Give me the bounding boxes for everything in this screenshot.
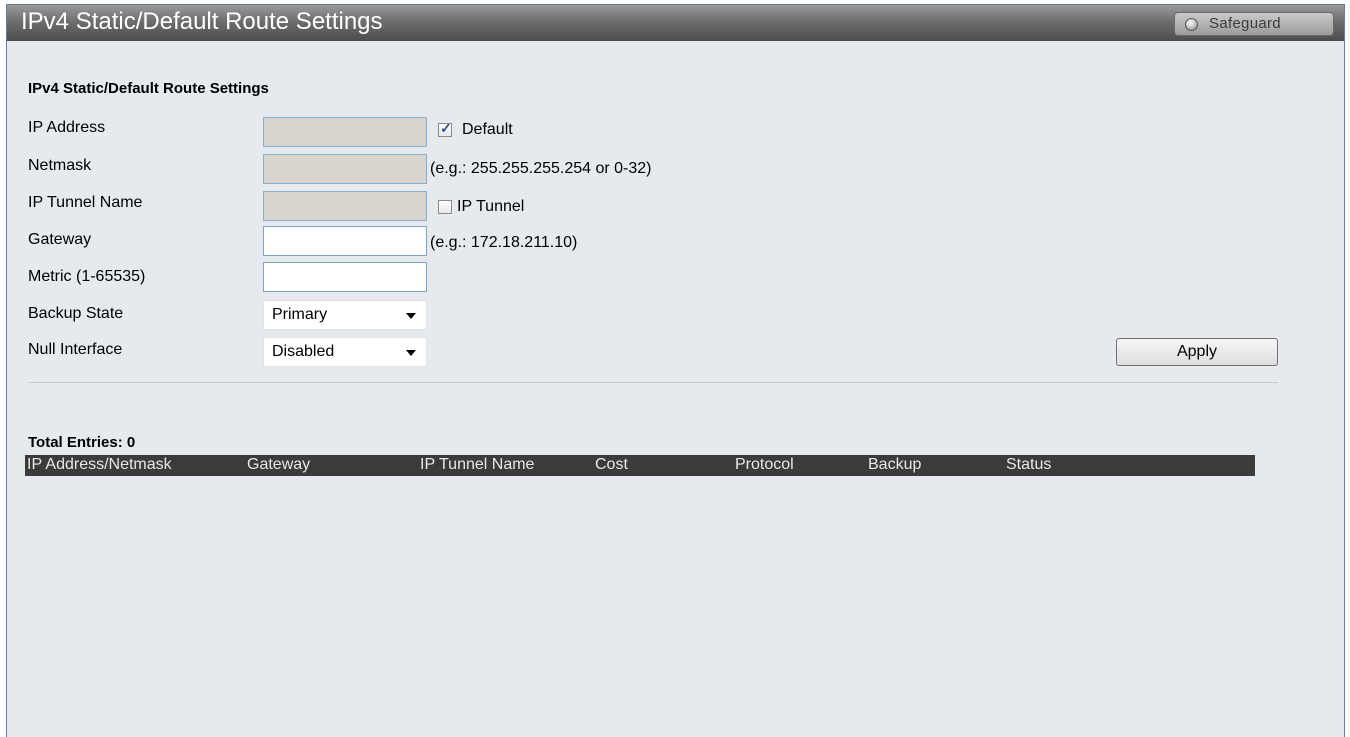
default-checkbox-label: Default — [462, 121, 513, 138]
col-gateway: Gateway — [247, 456, 311, 473]
gateway-label: Gateway — [28, 231, 92, 248]
table-header: IP Address/Netmask Gateway IP Tunnel Nam… — [25, 455, 1255, 476]
content-frame: IPv4 Static/Default Route Settings Safeg… — [6, 4, 1345, 737]
netmask-hint: (e.g.: 255.255.255.254 or 0-32) — [430, 160, 652, 177]
default-checkbox[interactable]: ✓ — [438, 120, 452, 137]
null-interface-select[interactable]: Disabled — [263, 337, 427, 367]
ip-tunnel-name-input[interactable] — [263, 191, 427, 221]
gateway-hint: (e.g.: 172.18.211.10) — [430, 234, 578, 251]
col-backup: Backup — [868, 456, 922, 473]
section-title: IPv4 Static/Default Route Settings — [28, 80, 269, 97]
apply-button[interactable]: Apply — [1116, 338, 1278, 366]
check-icon: ✓ — [440, 120, 452, 136]
safeguard-label: Safeguard — [1209, 15, 1281, 32]
col-protocol: Protocol — [735, 456, 794, 473]
chevron-down-icon — [406, 313, 416, 319]
col-ip-tunnel-name: IP Tunnel Name — [420, 456, 535, 473]
netmask-input[interactable] — [263, 154, 427, 184]
metric-label: Metric (1-65535) — [28, 268, 146, 285]
null-interface-value: Disabled — [272, 343, 335, 360]
page-title: IPv4 Static/Default Route Settings — [21, 8, 383, 35]
col-ip-address-netmask: IP Address/Netmask — [27, 456, 172, 473]
col-cost: Cost — [595, 456, 628, 473]
total-entries: Total Entries: 0 — [28, 434, 136, 451]
backup-state-label: Backup State — [28, 305, 124, 322]
safeguard-button[interactable]: Safeguard — [1174, 12, 1334, 36]
ip-address-label: IP Address — [28, 119, 106, 136]
gateway-input[interactable] — [263, 226, 427, 256]
backup-state-select[interactable]: Primary — [263, 300, 427, 330]
metric-input[interactable] — [263, 262, 427, 292]
chevron-down-icon — [406, 350, 416, 356]
backup-state-value: Primary — [272, 306, 328, 323]
ip-address-input[interactable] — [263, 117, 427, 147]
title-bar: IPv4 Static/Default Route Settings Safeg… — [7, 5, 1344, 41]
col-status: Status — [1006, 456, 1052, 473]
ip-tunnel-checkbox-label: IP Tunnel — [457, 198, 525, 215]
safeguard-indicator-icon — [1185, 18, 1198, 31]
divider — [28, 382, 1278, 383]
ip-tunnel-checkbox[interactable] — [438, 200, 452, 214]
ip-tunnel-name-label: IP Tunnel Name — [28, 194, 143, 211]
null-interface-label: Null Interface — [28, 341, 123, 358]
netmask-label: Netmask — [28, 157, 92, 174]
